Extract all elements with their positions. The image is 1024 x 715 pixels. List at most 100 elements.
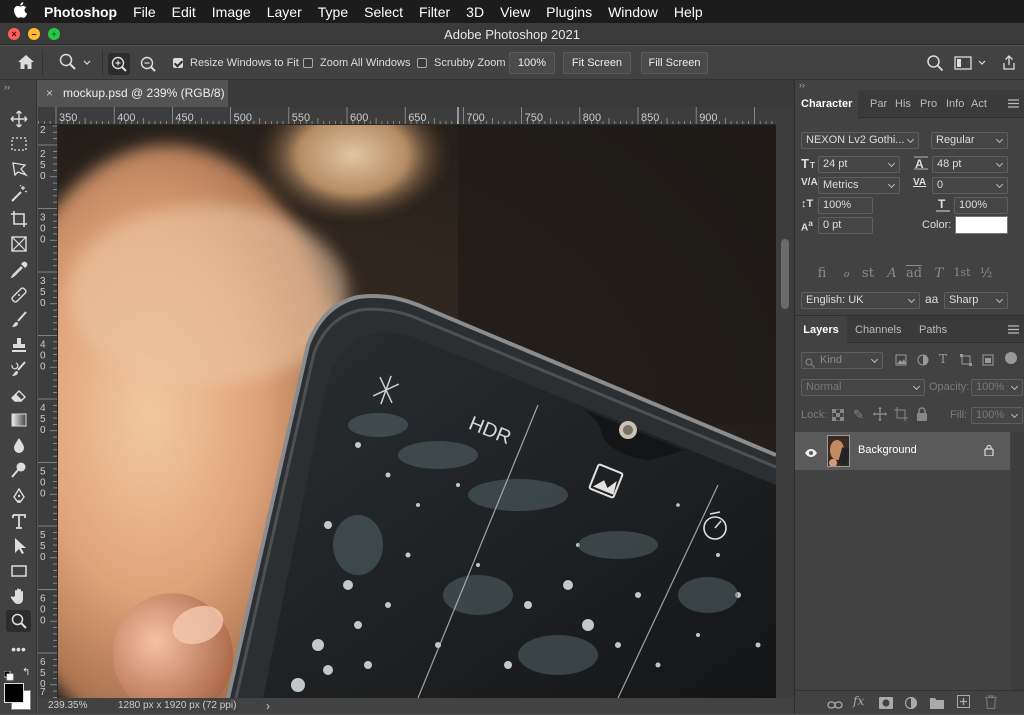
gradient-tool-icon[interactable] (6, 409, 31, 431)
lock-image-icon[interactable]: ✎ (853, 407, 864, 423)
filter-shape-icon[interactable] (960, 353, 972, 371)
lock-position-icon[interactable] (873, 407, 887, 426)
tab-actions[interactable]: Act (965, 90, 993, 118)
leading-dropdown[interactable]: 48 pt (932, 156, 1008, 173)
clone-stamp-tool-icon[interactable] (6, 334, 31, 356)
menu-type[interactable]: Type (310, 4, 356, 20)
layer-row-background[interactable]: Background (795, 432, 1010, 470)
kerning-dropdown[interactable]: Metrics (818, 177, 900, 194)
eraser-tool-icon[interactable] (6, 384, 31, 406)
swash-button[interactable]: A (883, 266, 901, 281)
text-color-swatch[interactable] (955, 216, 1008, 234)
link-layers-icon[interactable] (827, 697, 843, 715)
magic-wand-tool-icon[interactable] (6, 183, 31, 205)
fractions-button[interactable]: ½ (977, 266, 995, 281)
vertical-scrollbar[interactable] (776, 107, 794, 698)
filter-smart-object-icon[interactable] (982, 353, 994, 371)
filter-pixel-icon[interactable] (895, 353, 907, 371)
scrubby-zoom-checkbox[interactable] (417, 58, 427, 68)
panel-menu-icon[interactable] (1008, 99, 1019, 111)
tab-info[interactable]: Info (940, 90, 966, 118)
lock-transparent-icon[interactable] (831, 408, 845, 426)
tab-layers[interactable]: Layers (795, 316, 847, 344)
menu-view[interactable]: View (492, 4, 538, 20)
add-mask-icon[interactable] (879, 696, 893, 714)
rectangle-tool-icon[interactable] (6, 560, 31, 582)
stylistic-alternates-button[interactable]: st (859, 266, 877, 281)
zoom-tool-preset-icon[interactable] (58, 53, 98, 74)
contextual-alternates-button[interactable]: ad (905, 266, 923, 281)
fill-screen-button[interactable]: Fill Screen (641, 52, 708, 74)
scrollbar-thumb[interactable] (781, 239, 789, 309)
status-info-arrow-icon[interactable]: › (266, 699, 270, 713)
zoom-tool-icon[interactable] (6, 610, 31, 632)
zoom-all-windows-checkbox[interactable] (303, 58, 313, 68)
tab-history[interactable]: His (889, 90, 917, 118)
layers-scrollbar[interactable] (1011, 432, 1024, 692)
opacity-field[interactable]: 100% (971, 379, 1023, 396)
filter-type-icon[interactable]: T (939, 352, 947, 366)
collapse-panels-icon[interactable]: ›› (799, 80, 805, 90)
layer-name[interactable]: Background (858, 444, 917, 456)
menu-plugins[interactable]: Plugins (538, 4, 600, 20)
share-icon[interactable] (1001, 55, 1017, 74)
tab-properties[interactable]: Pro (914, 90, 943, 118)
more-tools-icon[interactable]: ••• (6, 638, 31, 660)
apple-menu-icon[interactable] (0, 1, 40, 22)
vertical-scale-field[interactable]: 100% (818, 197, 873, 214)
language-dropdown[interactable]: English: UK (801, 292, 920, 309)
eyedropper-tool-icon[interactable] (6, 259, 31, 281)
menu-select[interactable]: Select (356, 4, 411, 20)
document-tab[interactable]: × mockup.psd @ 239% (RGB/8) (38, 80, 228, 107)
font-style-dropdown[interactable]: Regular (931, 132, 1008, 149)
tab-character[interactable]: Character (795, 90, 859, 118)
menu-help[interactable]: Help (666, 4, 711, 20)
blend-mode-dropdown[interactable]: Normal (801, 379, 925, 396)
new-layer-icon[interactable] (957, 695, 970, 713)
dodge-tool-icon[interactable] (6, 459, 31, 481)
font-size-dropdown[interactable]: 24 pt (818, 156, 900, 173)
fit-screen-button[interactable]: Fit Screen (563, 52, 631, 74)
home-icon[interactable] (17, 54, 35, 73)
hand-tool-icon[interactable] (6, 585, 31, 607)
delete-layer-icon[interactable] (985, 695, 997, 714)
menu-edit[interactable]: Edit (164, 4, 204, 20)
crop-tool-icon[interactable] (6, 208, 31, 230)
ligatures-button[interactable]: fi (813, 266, 831, 281)
lock-all-icon[interactable] (916, 407, 928, 426)
swap-colors-icon[interactable]: ↰ (22, 667, 30, 678)
move-tool-icon[interactable] (6, 108, 31, 130)
layer-style-icon[interactable]: fx (853, 694, 864, 708)
collapse-toolbar-icon[interactable]: ›› (4, 82, 10, 92)
menu-app-name[interactable]: Photoshop (40, 4, 125, 20)
zoom-100-button[interactable]: 100% (509, 52, 555, 74)
search-icon[interactable] (926, 54, 944, 75)
marquee-tool-icon[interactable] (6, 133, 31, 155)
tab-channels[interactable]: Channels (849, 316, 907, 344)
fill-field[interactable]: 100% (971, 407, 1023, 424)
brush-tool-icon[interactable] (6, 309, 31, 331)
lasso-tool-icon[interactable] (6, 158, 31, 180)
document-canvas[interactable]: HDR (58, 125, 776, 698)
baseline-shift-field[interactable]: 0 pt (818, 217, 873, 234)
zoom-level[interactable]: 239.35% (48, 700, 87, 711)
titling-alternates-button[interactable]: T (930, 266, 948, 281)
type-tool-icon[interactable] (6, 510, 31, 532)
frame-tool-icon[interactable] (6, 233, 31, 255)
history-brush-tool-icon[interactable] (6, 359, 31, 381)
menu-3d[interactable]: 3D (458, 4, 492, 20)
resize-windows-checkbox[interactable] (173, 58, 183, 68)
healing-brush-tool-icon[interactable] (6, 284, 31, 306)
close-tab-icon[interactable]: × (46, 86, 53, 100)
layer-visibility-eye-icon[interactable] (804, 445, 818, 463)
new-group-icon[interactable] (930, 696, 944, 714)
blur-tool-icon[interactable] (6, 434, 31, 456)
tab-paths[interactable]: Paths (913, 316, 953, 344)
menu-file[interactable]: File (125, 4, 164, 20)
menu-layer[interactable]: Layer (259, 4, 310, 20)
menu-window[interactable]: Window (600, 4, 666, 20)
adjustment-layer-icon[interactable] (904, 696, 918, 714)
filter-toggle-icon[interactable] (1005, 352, 1017, 364)
ordinals-button[interactable]: 1st (953, 266, 971, 279)
zoom-out-icon[interactable] (137, 53, 159, 78)
